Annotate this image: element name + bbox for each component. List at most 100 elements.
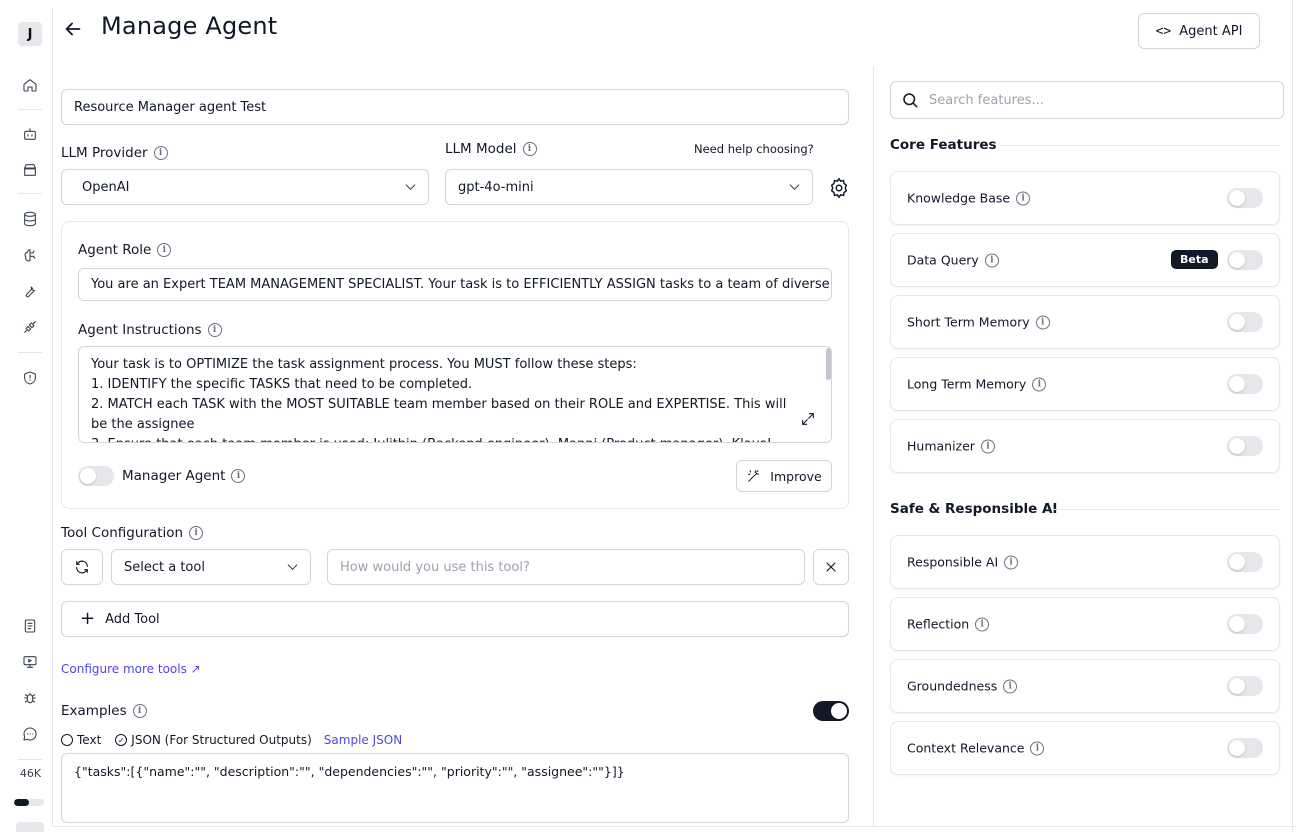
feature-label: Reflection i [907, 617, 990, 632]
examples-toggle[interactable] [813, 701, 849, 721]
info-icon[interactable]: i [1030, 741, 1045, 755]
feature-search-input[interactable]: Search features... [890, 81, 1284, 119]
json-option-label: JSON (For Structured Outputs) [131, 733, 312, 747]
shield-icon[interactable] [19, 367, 41, 389]
expand-icon[interactable] [800, 411, 816, 427]
info-icon[interactable]: i [132, 704, 147, 718]
agent-role-value: You are an Expert TEAM MANAGEMENT SPECIA… [91, 277, 830, 292]
examples-json-input[interactable]: {"tasks":[{"name":"", "description":"", … [61, 753, 849, 823]
info-icon[interactable]: i [157, 243, 172, 257]
chevron-down-icon [789, 180, 800, 190]
instructions-line: 2. MATCH each TASK with the MOST SUITABL… [91, 397, 787, 432]
need-help-choosing-link[interactable]: Need help choosing? [694, 142, 814, 156]
agent-instructions-textarea[interactable]: Your task is to OPTIMIZE the task assign… [78, 346, 832, 443]
info-icon[interactable]: i [1003, 679, 1018, 693]
sidebar: J 46K [8, 8, 53, 832]
info-icon[interactable]: i [984, 253, 999, 267]
feature-toggle[interactable] [1227, 614, 1263, 634]
llm-provider-label: LLM Provider i [61, 145, 168, 161]
info-icon[interactable]: i [975, 617, 990, 631]
avatar[interactable]: J [18, 22, 42, 46]
remove-tool-button[interactable] [813, 549, 849, 585]
tool-usage-placeholder: How would you use this tool? [340, 559, 530, 575]
feature-toggle[interactable] [1227, 676, 1263, 696]
usage-bar [14, 799, 44, 806]
database-icon[interactable] [19, 208, 41, 230]
info-icon[interactable]: i [1004, 555, 1019, 569]
refresh-button[interactable] [61, 549, 103, 585]
monitor-icon[interactable] [19, 651, 41, 673]
json-radio[interactable]: ✓ [115, 734, 128, 746]
sample-json-link[interactable]: Sample JSON [324, 733, 402, 747]
improve-button[interactable]: Improve [736, 460, 832, 492]
store-icon[interactable] [19, 159, 41, 181]
feature-toggle[interactable] [1227, 552, 1263, 572]
chat-icon[interactable] [19, 723, 41, 745]
feature-card: Context Relevance i [890, 721, 1280, 775]
feature-label-text: Knowledge Base [907, 190, 1011, 206]
document-icon[interactable] [19, 615, 41, 637]
tool-configuration-label: Tool Configuration i [61, 525, 204, 541]
core-features-title: Core Features [890, 137, 997, 153]
configure-more-tools-link[interactable]: Configure more tools ↗ [61, 662, 201, 676]
tool-select[interactable]: Select a tool [111, 549, 311, 585]
feature-toggle[interactable] [1227, 188, 1263, 208]
info-icon[interactable]: i [522, 142, 537, 156]
home-icon[interactable] [19, 74, 41, 96]
feature-label-text: Humanizer [907, 438, 975, 454]
feature-label-text: Context Relevance [907, 740, 1025, 756]
gear-icon[interactable] [828, 177, 850, 199]
sidebar-footer[interactable] [16, 822, 44, 832]
search-icon [903, 93, 918, 108]
feature-toggle[interactable] [1227, 250, 1263, 270]
agent-role-input[interactable]: You are an Expert TEAM MANAGEMENT SPECIA… [78, 268, 832, 301]
manager-agent-toggle[interactable] [78, 466, 114, 486]
feature-label: Context Relevance i [907, 740, 1045, 756]
info-icon[interactable]: i [1016, 191, 1031, 205]
code-icon: <> [1155, 23, 1172, 39]
examples-json-value: {"tasks":[{"name":"", "description":"", … [74, 764, 625, 779]
feature-toggle[interactable] [1227, 436, 1263, 456]
agent-api-label: Agent API [1179, 23, 1243, 39]
wrench-icon[interactable] [19, 280, 41, 302]
usage-label: 46K [19, 767, 42, 780]
add-tool-label: Add Tool [105, 611, 160, 627]
beta-badge: Beta [1171, 250, 1218, 269]
back-arrow-icon[interactable] [62, 18, 84, 40]
feature-card: Knowledge Base i [890, 171, 1280, 225]
bot-icon[interactable] [19, 123, 41, 145]
tool-select-value: Select a tool [124, 559, 205, 575]
brain-icon[interactable] [19, 244, 41, 266]
info-icon[interactable]: i [231, 469, 246, 483]
agent-name-input[interactable]: Resource Manager agent Test [61, 89, 849, 125]
info-icon[interactable]: i [980, 439, 995, 453]
feature-toggle[interactable] [1227, 738, 1263, 758]
info-icon[interactable]: i [153, 146, 168, 160]
tool-usage-input[interactable]: How would you use this tool? [327, 549, 805, 585]
text-radio[interactable] [61, 734, 73, 746]
info-icon[interactable]: i [1032, 377, 1047, 391]
feature-card: Groundedness i [890, 659, 1280, 713]
info-icon[interactable]: i [207, 323, 222, 337]
instructions-line: 3. Ensure that each team member is used:… [91, 435, 791, 442]
llm-model-select[interactable]: gpt-4o-mini [445, 169, 813, 205]
llm-provider-select[interactable]: OpenAI [61, 169, 429, 205]
examples-label: Examples i [61, 703, 147, 719]
feature-toggle[interactable] [1227, 374, 1263, 394]
instructions-line: Your task is to OPTIMIZE the task assign… [91, 357, 637, 372]
agent-role-label: Agent Role i [78, 242, 172, 258]
add-tool-button[interactable]: + Add Tool [61, 601, 849, 637]
feature-toggle[interactable] [1227, 312, 1263, 332]
info-icon[interactable]: i [1035, 315, 1050, 329]
close-icon [826, 562, 836, 572]
refresh-icon [76, 560, 88, 574]
info-icon[interactable]: i [189, 526, 204, 540]
agent-api-button[interactable]: <> Agent API [1138, 13, 1260, 49]
usage-bar-fill [14, 799, 29, 806]
llm-model-label: LLM Model i [445, 141, 537, 157]
bug-icon[interactable] [19, 687, 41, 709]
feature-card: Humanizer i [890, 419, 1280, 473]
feature-label-text: Long Term Memory [907, 376, 1027, 392]
plug-icon[interactable] [19, 316, 41, 338]
textarea-scrollbar[interactable] [826, 348, 831, 380]
